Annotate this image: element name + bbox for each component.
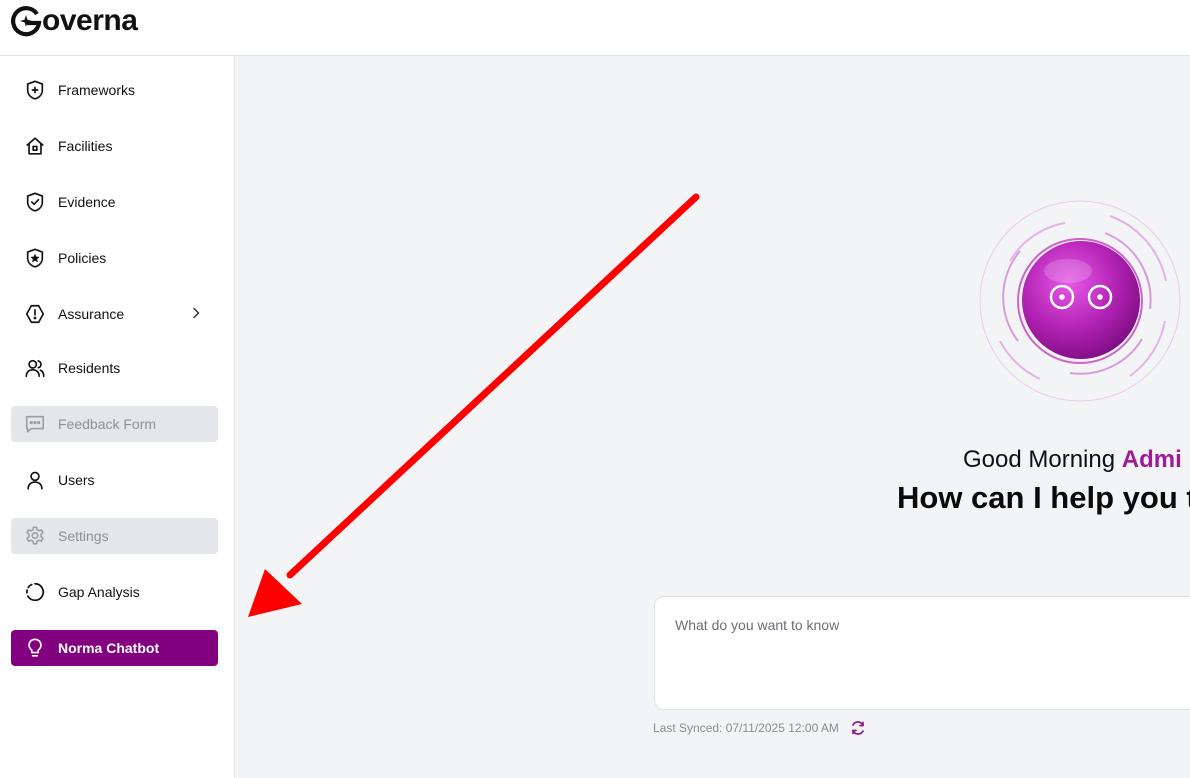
gear-icon [24,525,46,547]
sidebar-item-label: Facilities [58,138,113,154]
sidebar-item-label: Gap Analysis [58,584,140,600]
logo-g-icon [11,6,42,37]
sidebar-item-label: Residents [58,360,121,376]
lightbulb-icon [24,637,46,659]
chat-input-box[interactable] [654,596,1190,710]
chatbot-avatar-icon [979,200,1181,402]
message-dots-icon [24,413,46,435]
chat-main-area: Good Morning Admi How can I help you to … [235,56,1190,778]
sidebar-item-frameworks[interactable]: Frameworks [11,72,218,108]
sidebar: Frameworks Facilities Evidence Policies … [0,56,235,778]
sidebar-item-feedback-form[interactable]: Feedback Form [11,406,218,442]
sidebar-item-users[interactable]: Users [11,462,218,498]
home-icon [24,135,46,157]
sidebar-item-label: Frameworks [58,82,136,98]
chat-input[interactable] [675,617,1175,633]
sidebar-item-norma-chatbot[interactable]: Norma Chatbot [11,630,218,666]
help-heading: How can I help you to [897,480,1190,515]
shield-check-icon [24,191,46,213]
sidebar-item-settings[interactable]: Settings [11,518,218,554]
sidebar-item-label: Evidence [58,194,116,210]
logo-text: overna [42,4,138,37]
sidebar-item-evidence[interactable]: Evidence [11,184,218,220]
sidebar-item-assurance[interactable]: Assurance [11,296,218,332]
greeting-text: Good Morning Admi [963,446,1182,474]
shield-plus-icon [24,79,46,101]
sidebar-item-label: Assurance [58,306,125,322]
sidebar-item-gap-analysis[interactable]: Gap Analysis [11,574,218,610]
sidebar-item-label: Norma Chatbot [58,640,160,656]
refresh-icon[interactable] [849,719,867,737]
last-synced-text: Last Synced: 07/11/2025 12:00 AM [653,721,839,735]
sidebar-item-label: Users [58,472,95,488]
loader-circle-icon [24,581,46,603]
app-logo[interactable]: overna [10,4,138,38]
chevron-right-icon[interactable] [188,305,204,321]
top-bar: overna [0,0,1190,56]
greeting-prefix: Good Morning [963,446,1116,473]
greeting-user-name: Admi [1121,446,1182,473]
sidebar-item-residents[interactable]: Residents [11,350,218,386]
last-synced-row: Last Synced: 07/11/2025 12:00 AM [653,719,867,737]
user-icon [24,469,46,491]
sidebar-item-policies[interactable]: Policies [11,240,218,276]
sidebar-item-label: Policies [58,250,107,266]
sidebar-item-label: Settings [58,528,109,544]
sidebar-item-facilities[interactable]: Facilities [11,128,218,164]
shield-star-icon [24,247,46,269]
sidebar-item-label: Feedback Form [58,416,157,432]
users-icon [24,357,46,379]
octagon-alert-icon [24,303,46,325]
